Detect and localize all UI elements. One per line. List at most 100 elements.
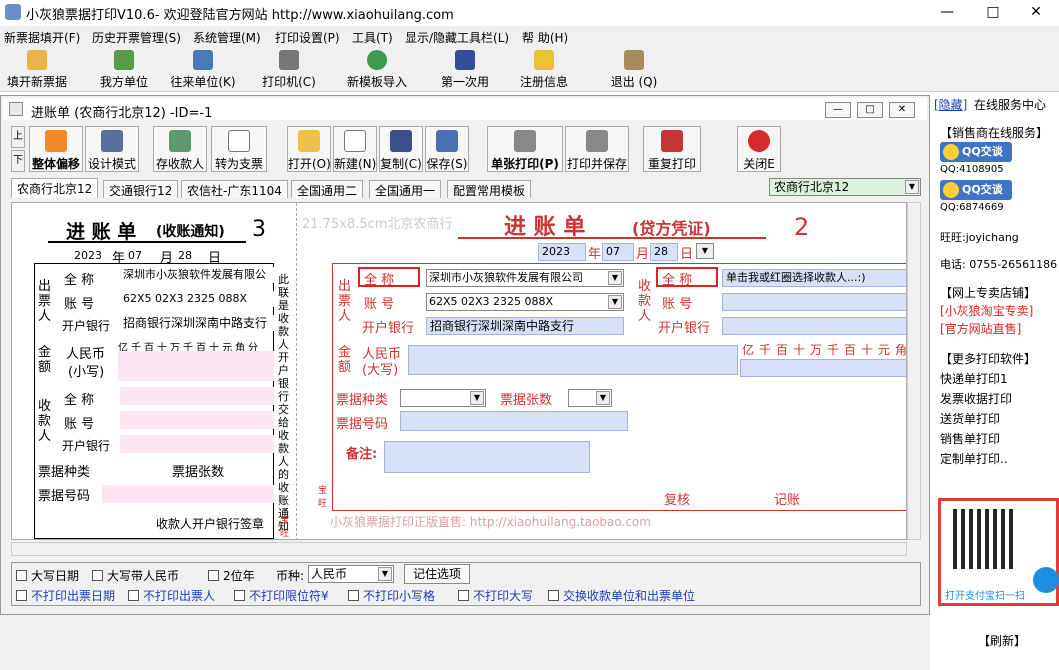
design-mode-button[interactable]: 设计模式 [85, 126, 139, 172]
right-amount-digits-field[interactable] [740, 359, 906, 377]
minimize-icon[interactable]: — [924, 0, 970, 24]
right-date-year[interactable]: 2023 [538, 243, 586, 261]
printer-button[interactable]: 打印机(C) [260, 48, 318, 92]
product-link-1[interactable]: 快递单打印1 [940, 370, 1008, 387]
single-print-button[interactable]: 单张打印(P) [487, 126, 563, 172]
app-title: 小灰狼票据打印V10.6- 欢迎登陆官方网站 http://www.xiaohu… [26, 8, 454, 23]
right-payee-name-field[interactable]: 单击我或红圈选择收款人...:) [722, 269, 906, 287]
menu-help[interactable]: 帮 助(H) [522, 29, 568, 46]
tab-template-1[interactable]: 农商行北京12 [11, 178, 99, 198]
document-minimize-icon[interactable]: — [825, 102, 851, 118]
left-account-label: 账 号 [64, 297, 95, 312]
official-site-link[interactable]: [官方网站直售] [940, 320, 1021, 337]
no-print-yen-checkbox[interactable]: 不打印限位符¥ [234, 587, 329, 604]
left-date-day: 28 [178, 249, 192, 262]
maximize-icon[interactable]: □ [970, 0, 1016, 24]
right-date-month[interactable]: 07 [602, 243, 634, 261]
right-date-day[interactable]: 28 [650, 243, 678, 261]
document-close-icon[interactable]: ✕ [889, 102, 915, 118]
right-full-name-label: 全 称 [364, 273, 395, 288]
close-icon[interactable]: ✕ [1013, 0, 1059, 24]
tab-template-6[interactable]: 配置常用模板 [447, 180, 532, 198]
offset-all-button[interactable]: 整体偏移 [29, 126, 83, 172]
left-payer-account-field[interactable]: 62X5 02X3 2325 088X [120, 291, 274, 307]
qq-chat-button-1[interactable]: QQ交谈 [940, 142, 1012, 162]
exit-button[interactable]: 退出 (Q) [606, 48, 662, 92]
vertical-scrollbar[interactable] [907, 202, 921, 540]
partner-unit-button[interactable]: 往来单位(K) [168, 48, 238, 92]
to-cheque-button[interactable]: 转为支票 [211, 126, 267, 172]
tab-template-3[interactable]: 农信社-广东1104 [181, 180, 288, 198]
tab-template-2[interactable]: 交通银行12 [103, 180, 179, 198]
my-unit-button[interactable]: 我方单位 [94, 48, 154, 92]
right-bill-no-field[interactable] [400, 411, 628, 431]
upper-date-checkbox[interactable]: 大写日期 [16, 567, 79, 584]
no-print-lower-grid-checkbox[interactable]: 不打印小写格 [348, 587, 435, 604]
right-payee-account-field[interactable] [722, 293, 906, 311]
menu-print-settings[interactable]: 打印设置(P) [275, 29, 340, 46]
left-payee-bank-field[interactable] [120, 435, 274, 453]
left-bill-no-field[interactable] [102, 485, 274, 503]
offset-down-button[interactable]: 下 [11, 150, 25, 172]
taobao-link[interactable]: [小灰狼淘宝专卖] [940, 302, 1033, 319]
swap-units-checkbox[interactable]: 交换收款单位和出票单位 [548, 587, 695, 604]
no-print-date-checkbox[interactable]: 不打印出票日期 [16, 587, 115, 604]
first-use-button[interactable]: 第一次用 [438, 48, 492, 92]
menu-show-hide-toolbar[interactable]: 显示/隐藏工具栏(L) [405, 29, 509, 46]
hide-sidebar-link[interactable]: [隐藏] [934, 96, 967, 113]
document-toolbar: 上 下 整体偏移 设计模式 存收款人 转为支票 打开(O) 新建(N) 复制(C… [11, 126, 927, 174]
new-button[interactable]: 新建(N) [333, 126, 377, 172]
tab-template-4[interactable]: 全国通用二 [291, 180, 364, 198]
upper-with-rmb-checkbox[interactable]: 大写带人民币 [92, 567, 179, 584]
right-bill-no-label: 票据号码 [336, 417, 389, 432]
menu-system[interactable]: 系统管理(M) [193, 29, 261, 46]
template-select[interactable]: 农商行北京12 ▼ [769, 178, 921, 196]
no-print-upper-checkbox[interactable]: 不打印大写 [458, 587, 533, 604]
right-payer-bank-field[interactable]: 招商银行深圳深南中路支行 [426, 317, 624, 335]
right-bill-count-label: 票据张数 [500, 393, 553, 408]
tab-template-5[interactable]: 全国通用一 [369, 180, 442, 198]
print-and-save-button[interactable]: 打印并保存 [565, 126, 629, 172]
qq-chat-button-2[interactable]: QQ交谈 [940, 180, 1012, 200]
right-payer-account-select[interactable]: 62X5 02X3 2325 088X ▼ [426, 293, 624, 311]
right-remark-field[interactable] [384, 441, 590, 473]
date-picker-button[interactable]: ▼ [696, 243, 714, 259]
alipay-qr-card[interactable]: 打开支付宝扫一扫 [938, 498, 1059, 606]
product-link-5[interactable]: 定制单打印.. [940, 450, 1008, 467]
copy-button[interactable]: 复制(C) [379, 126, 423, 172]
remember-options-button[interactable]: 记住选项 [404, 564, 470, 584]
new-bill-button[interactable]: 填开新票据 [4, 48, 70, 92]
right-bill-count-select[interactable]: ▼ [568, 389, 612, 407]
save-button[interactable]: 保存(S) [425, 126, 469, 172]
product-link-2[interactable]: 发票收据打印 [940, 390, 1012, 407]
save-payee-button[interactable]: 存收款人 [153, 126, 207, 172]
right-amount-upper-field[interactable] [408, 345, 738, 375]
right-title-underline [458, 237, 766, 239]
left-bill-count-label: 票据张数 [172, 465, 225, 480]
left-payee-name-field[interactable] [120, 387, 274, 405]
left-payee-account-field[interactable] [120, 411, 274, 429]
horizontal-scrollbar[interactable] [11, 542, 907, 556]
left-payer-label: 出票人 [38, 279, 52, 324]
product-link-4[interactable]: 销售单打印 [940, 430, 1000, 447]
menu-tools[interactable]: 工具(T) [352, 29, 393, 46]
two-digit-year-checkbox[interactable]: 2位年 [208, 567, 255, 584]
close-doc-button[interactable]: 关闭E [737, 126, 781, 172]
right-payer-name-select[interactable]: 深圳市小灰狼软件发展有限公司 ▼ [426, 269, 624, 287]
offset-up-button[interactable]: 上 [11, 126, 25, 148]
menu-history[interactable]: 历史开票管理(S) [92, 29, 181, 46]
reprint-button[interactable]: 重复打印 [643, 126, 701, 172]
menu-new-bill[interactable]: 新票据填开(F) [4, 29, 80, 46]
left-payer-bank-field[interactable]: 招商银行深圳深南中路支行 [120, 315, 274, 331]
product-link-3[interactable]: 送货单打印 [940, 410, 1000, 427]
document-restore-icon[interactable]: □ [857, 102, 883, 118]
register-button[interactable]: 注册信息 [516, 48, 572, 92]
open-button[interactable]: 打开(O) [287, 126, 331, 172]
left-payer-name-field[interactable]: 深圳市小灰狼软件发展有限公 [120, 267, 274, 283]
no-print-payer-checkbox[interactable]: 不打印出票人 [128, 587, 215, 604]
right-bill-type-select[interactable]: ▼ [400, 389, 486, 407]
import-template-button[interactable]: 新模板导入 [344, 48, 410, 92]
refresh-link[interactable]: 【刷新】 [978, 632, 1026, 649]
currency-select[interactable]: 人民币 ▼ [308, 565, 394, 583]
right-payee-bank-field[interactable] [722, 317, 906, 335]
